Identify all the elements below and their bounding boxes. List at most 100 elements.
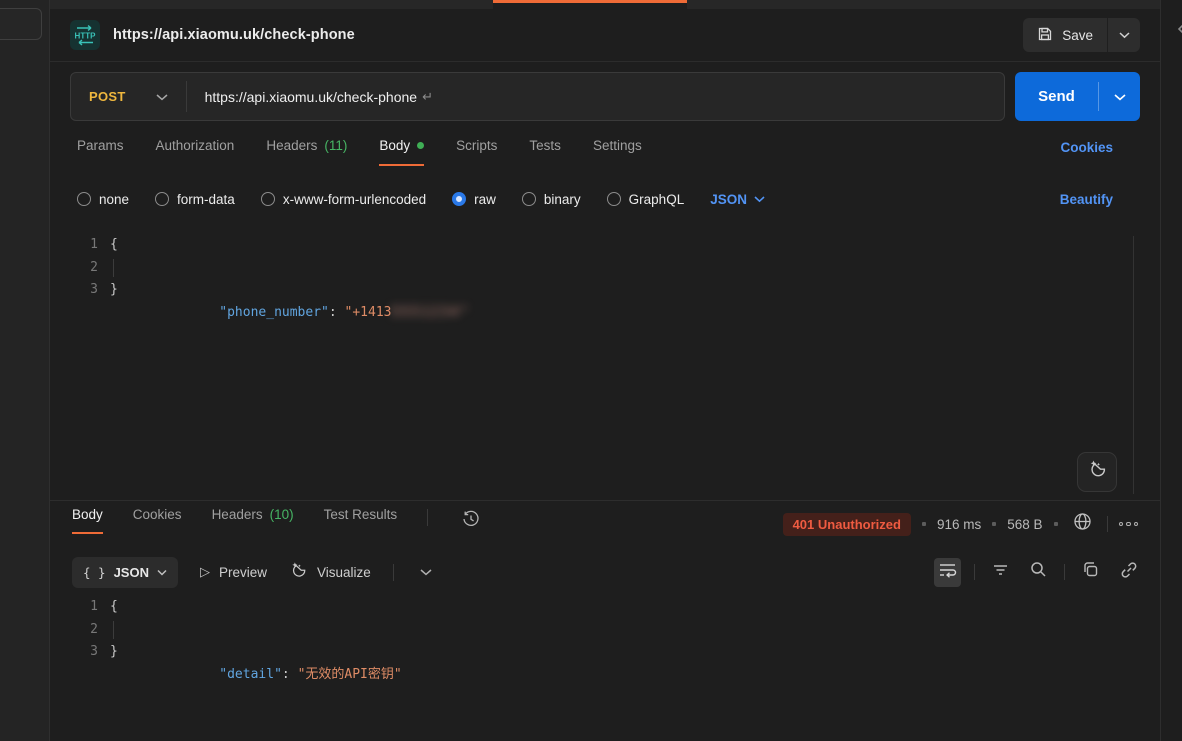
indent-guide — [113, 259, 114, 278]
network-info-button[interactable] — [1069, 508, 1096, 540]
send-options-button[interactable] — [1099, 72, 1140, 121]
chain-link-icon — [1120, 561, 1138, 584]
radio-icon — [261, 192, 275, 206]
request-title: https://api.xiaomu.uk/check-phone — [113, 27, 355, 43]
copy-button[interactable] — [1078, 557, 1103, 587]
preview-icon: ▷ — [200, 564, 210, 580]
wrap-text-button[interactable] — [934, 558, 961, 587]
status-badge[interactable]: 401 Unauthorized — [783, 513, 911, 536]
response-history-button[interactable] — [458, 506, 484, 537]
line-number: 3 — [50, 641, 110, 664]
request-header: HTTP https://api.xiaomu.uk/check-phone S… — [50, 9, 1160, 62]
save-split-button: Save — [1023, 18, 1140, 52]
chevron-down-icon — [157, 563, 167, 581]
method-selector[interactable]: POST — [71, 73, 186, 120]
globe-icon — [1073, 512, 1092, 536]
send-button[interactable]: Send — [1015, 72, 1098, 121]
sparkle-circle-icon — [1087, 459, 1108, 485]
sidebar-cropped-item[interactable] — [0, 8, 42, 40]
response-body-editor[interactable]: 1 { 2 "detail": "无效的API密钥" 3 } — [50, 596, 1133, 664]
mode-binary[interactable]: binary — [522, 192, 581, 207]
request-tabs: Params Authorization Headers(11) Body Sc… — [77, 138, 1140, 172]
window-tab-strip — [50, 0, 1160, 9]
url-input[interactable]: https://api.xiaomu.uk/check-phone — [187, 89, 417, 105]
radio-selected-icon — [452, 192, 466, 206]
language-selector[interactable]: JSON — [710, 190, 765, 208]
tab-scripts[interactable]: Scripts — [456, 138, 497, 164]
code-line: 1 { — [50, 234, 1133, 257]
code-text: { — [110, 234, 118, 257]
chevron-down-icon — [1114, 88, 1126, 106]
save-button[interactable]: Save — [1023, 18, 1107, 52]
filter-button[interactable] — [988, 559, 1013, 586]
response-size[interactable]: 568 B — [1007, 517, 1042, 532]
postbot-button[interactable] — [1077, 452, 1117, 492]
send-split-button: Send — [1015, 72, 1140, 121]
code-line: 2 "detail": "无效的API密钥" — [50, 619, 1133, 642]
response-toolbar-right — [934, 557, 1142, 588]
tab-params[interactable]: Params — [77, 138, 124, 164]
mode-raw[interactable]: raw — [452, 192, 496, 207]
mode-none[interactable]: none — [77, 192, 129, 207]
response-headers-count: (10) — [270, 507, 294, 522]
radio-icon — [522, 192, 536, 206]
line-number: 2 — [50, 619, 110, 642]
code-line: 2 "phone_number": "+14135551234" — [50, 257, 1133, 280]
toolbar-divider — [393, 564, 394, 581]
wrap-text-icon — [938, 562, 957, 583]
code-line: 1 { — [50, 596, 1133, 619]
left-sidebar — [0, 0, 50, 741]
link-button[interactable] — [1116, 557, 1142, 588]
toolbar-expand-button[interactable] — [416, 559, 436, 585]
toolbar-divider — [974, 564, 975, 580]
toolbar-divider — [1064, 564, 1065, 580]
response-format-selector[interactable]: { } JSON — [72, 557, 178, 588]
response-time[interactable]: 916 ms — [937, 517, 981, 532]
request-url-bar: POST https://api.xiaomu.uk/check-phone ↵… — [70, 72, 1140, 121]
mode-form-data[interactable]: form-data — [155, 192, 235, 207]
beautify-link[interactable]: Beautify — [1060, 192, 1113, 207]
cookies-link[interactable]: Cookies — [1060, 140, 1113, 155]
response-toolbar: { } JSON ▷ Preview Visualize — [72, 554, 1142, 590]
mode-x-www-form-urlencoded[interactable]: x-www-form-urlencoded — [261, 192, 426, 207]
code-text: { — [110, 596, 118, 619]
search-button[interactable] — [1026, 557, 1051, 587]
line-number: 1 — [50, 234, 110, 257]
response-status-cluster: 401 Unauthorized 916 ms 568 B — [783, 508, 1138, 540]
indent-guide — [113, 621, 114, 640]
code-text: "detail": "无效的API密钥" — [110, 619, 402, 642]
separator-dot — [992, 522, 996, 526]
preview-button[interactable]: ▷ Preview — [200, 564, 267, 580]
mode-graphql[interactable]: GraphQL — [607, 192, 685, 207]
response-tab-cookies[interactable]: Cookies — [133, 507, 182, 532]
sparkle-circle-icon — [289, 561, 308, 583]
tab-tests[interactable]: Tests — [529, 138, 561, 164]
body-modified-dot — [417, 142, 424, 149]
save-icon — [1037, 26, 1053, 45]
request-body-editor[interactable]: 1 { 2 "phone_number": "+14135551234" 3 } — [50, 234, 1133, 302]
radio-icon — [155, 192, 169, 206]
response-tab-body[interactable]: Body — [72, 507, 103, 534]
line-number: 3 — [50, 279, 110, 302]
code-text: } — [110, 279, 118, 302]
chevron-left-icon — [1175, 23, 1182, 40]
radio-icon — [77, 192, 91, 206]
code-text: "phone_number": "+14135551234" — [110, 257, 470, 280]
tab-authorization[interactable]: Authorization — [156, 138, 235, 164]
chevron-down-icon — [1119, 26, 1130, 44]
response-tab-headers[interactable]: Headers(10) — [212, 507, 294, 532]
status-divider — [1107, 516, 1108, 532]
tab-settings[interactable]: Settings — [593, 138, 642, 164]
chevron-down-icon — [156, 88, 168, 106]
more-options-button[interactable] — [1119, 522, 1139, 527]
tab-headers[interactable]: Headers(11) — [266, 138, 347, 164]
http-method-icon: HTTP — [70, 20, 100, 50]
save-options-button[interactable] — [1108, 18, 1140, 52]
visualize-button[interactable]: Visualize — [289, 561, 371, 583]
collapse-panel-button[interactable] — [1175, 22, 1182, 41]
tab-body[interactable]: Body — [379, 138, 424, 166]
copy-icon — [1082, 561, 1099, 583]
response-tab-test-results[interactable]: Test Results — [324, 507, 398, 532]
headers-count: (11) — [324, 138, 347, 153]
chevron-down-icon — [420, 563, 432, 581]
